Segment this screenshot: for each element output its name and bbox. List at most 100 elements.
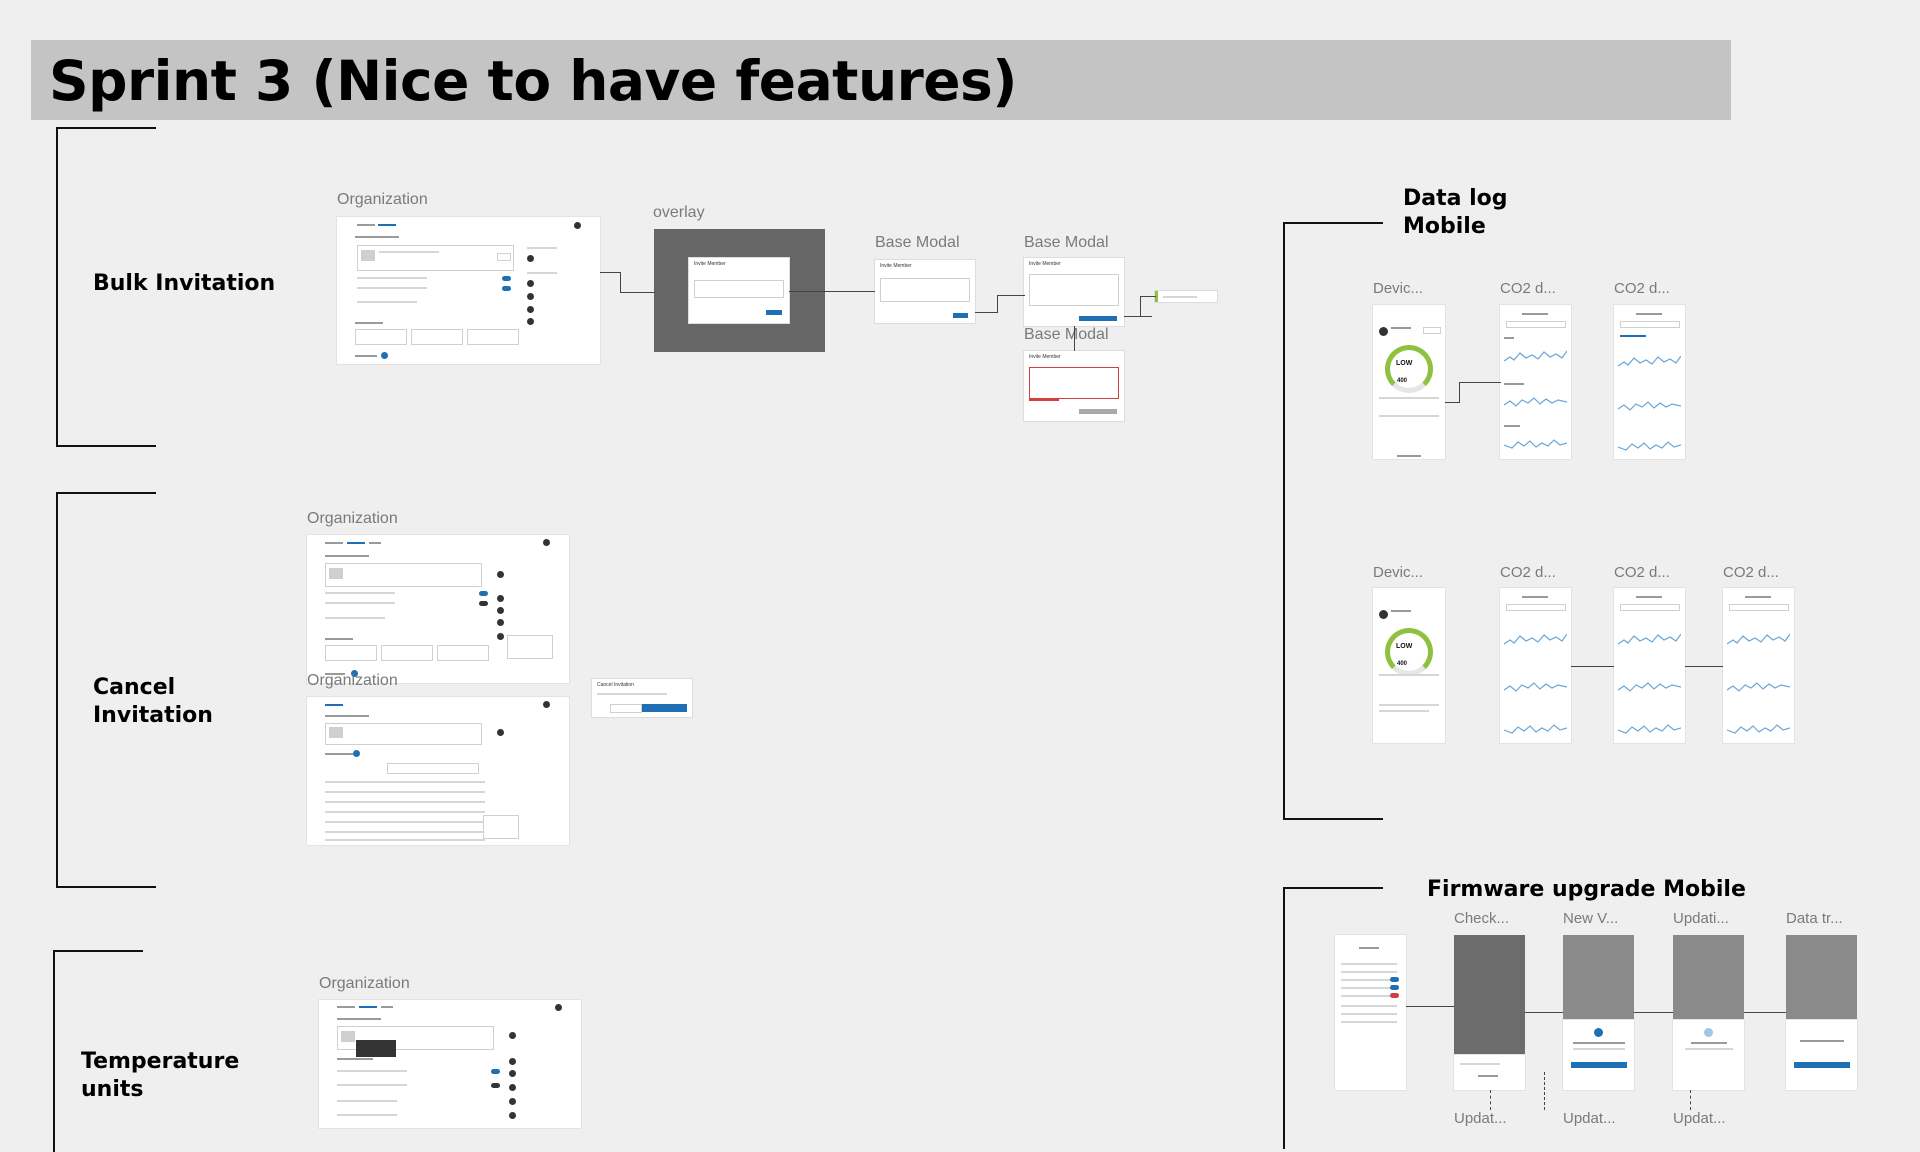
frame-firmware-data-transfer[interactable] bbox=[1786, 935, 1857, 1020]
frame-label-organization: Organization bbox=[337, 191, 428, 208]
co2-3-chart-humidity bbox=[1504, 724, 1567, 734]
co2-1-chart-humidity bbox=[1504, 439, 1567, 449]
connector bbox=[1074, 326, 1075, 351]
section-label-temperature-units-line2: units bbox=[81, 1077, 144, 1102]
connector bbox=[600, 272, 620, 273]
page-title: Sprint 3 (Nice to have features) bbox=[49, 49, 1017, 113]
invite-member-modal[interactable]: Invite Member bbox=[689, 258, 789, 323]
connector bbox=[1744, 1012, 1786, 1013]
section-bracket-data-log bbox=[1283, 222, 1383, 820]
frame-label-co2-2: CO2 d... bbox=[1614, 280, 1670, 297]
frame-label-device-1: Devic... bbox=[1373, 280, 1424, 297]
page-banner: Sprint 3 (Nice to have features) bbox=[31, 40, 1731, 120]
co2-3-chart-co2 bbox=[1504, 633, 1567, 645]
co2-1-chart-temp bbox=[1504, 397, 1567, 407]
invite-member-title: Invite Member bbox=[694, 261, 726, 267]
section-label-temperature-units-line1: Temperature bbox=[81, 1049, 240, 1074]
frame-base-modal-2[interactable]: Invite Member bbox=[1024, 258, 1124, 326]
device-2-low: LOW bbox=[1396, 643, 1413, 650]
co2-5-chart-temp bbox=[1727, 682, 1790, 692]
frame-label-base-modal-2: Base Modal bbox=[1024, 234, 1109, 251]
cancel-invitation-title: Cancel Invitation bbox=[597, 682, 634, 688]
frame-firmware-new-version[interactable] bbox=[1563, 935, 1634, 1020]
connector bbox=[1690, 1090, 1691, 1110]
connector bbox=[1406, 1006, 1454, 1007]
frame-label-check: Check... bbox=[1454, 910, 1510, 927]
co2-3-chart-temp bbox=[1504, 682, 1567, 692]
connector bbox=[1685, 666, 1723, 667]
frame-device-2[interactable]: LOW 400 bbox=[1373, 588, 1445, 743]
frame-organization-temp[interactable] bbox=[319, 1000, 581, 1128]
frame-label-updating: Updati... bbox=[1673, 910, 1729, 927]
frame-device-1[interactable]: LOW 400 bbox=[1373, 305, 1445, 459]
connector bbox=[620, 272, 655, 293]
frame-label-base-modal-1: Base Modal bbox=[875, 234, 960, 251]
device-1-co2: 400 bbox=[1397, 378, 1408, 384]
co2-4-chart-co2 bbox=[1618, 633, 1681, 645]
connector bbox=[1445, 402, 1459, 403]
frame-co2-4[interactable] bbox=[1614, 588, 1685, 743]
co2-2-chart-humidity bbox=[1618, 441, 1681, 451]
connector bbox=[1490, 1090, 1491, 1110]
frame-label-base-modal-3: Base Modal bbox=[1024, 326, 1109, 343]
co2-2-chart-temp bbox=[1618, 401, 1681, 411]
frame-label-overlay: overlay bbox=[653, 204, 705, 221]
section-label-firmware-upgrade: Firmware upgrade Mobile bbox=[1427, 877, 1746, 902]
frame-firmware-updating-sheet[interactable] bbox=[1673, 1020, 1744, 1090]
section-label-data-log-line1: Data log bbox=[1403, 186, 1508, 211]
frame-label-co2-3: CO2 d... bbox=[1500, 564, 1556, 581]
frame-label-device-2: Devic... bbox=[1373, 564, 1424, 581]
co2-1-chart-co2 bbox=[1504, 350, 1567, 362]
frame-base-modal-3[interactable]: Invite Member bbox=[1024, 351, 1124, 421]
frame-label-update-2: Updat... bbox=[1563, 1110, 1616, 1127]
frame-co2-5[interactable] bbox=[1723, 588, 1794, 743]
frame-label-organization-cancel-2: Organization bbox=[307, 672, 398, 689]
co2-4-chart-temp bbox=[1618, 682, 1681, 692]
frame-co2-2[interactable] bbox=[1614, 305, 1685, 459]
frame-firmware-check-sheet[interactable] bbox=[1454, 1055, 1525, 1090]
frame-toast bbox=[1155, 291, 1217, 302]
frame-organization-cancel-1[interactable] bbox=[307, 535, 569, 683]
frame-organization-bulk[interactable] bbox=[337, 217, 600, 364]
base-modal-2-title: Invite Member bbox=[1029, 261, 1061, 267]
frame-firmware-data-transfer-sheet[interactable] bbox=[1786, 1020, 1857, 1090]
frame-firmware-check[interactable] bbox=[1454, 935, 1525, 1055]
connector bbox=[1459, 382, 1501, 403]
frame-organization-cancel-2[interactable] bbox=[307, 697, 569, 845]
frame-firmware-updating[interactable] bbox=[1673, 935, 1744, 1020]
connector bbox=[997, 295, 1025, 313]
frame-label-update-1: Updat... bbox=[1454, 1110, 1507, 1127]
section-label-bulk-invitation: Bulk Invitation bbox=[93, 271, 276, 296]
frame-co2-1[interactable] bbox=[1500, 305, 1571, 459]
frame-co2-3[interactable] bbox=[1500, 588, 1571, 743]
frame-label-new-version: New V... bbox=[1563, 910, 1619, 927]
cancel-invitation-modal[interactable]: Cancel Invitation bbox=[592, 679, 692, 717]
base-modal-1-title: Invite Member bbox=[880, 263, 912, 269]
connector bbox=[1140, 296, 1156, 317]
co2-2-chart-co2 bbox=[1618, 355, 1681, 367]
frame-label-co2-4: CO2 d... bbox=[1614, 564, 1670, 581]
connector bbox=[1544, 1072, 1545, 1110]
co2-5-chart-co2 bbox=[1727, 633, 1790, 645]
connector bbox=[1525, 1012, 1563, 1013]
co2-5-chart-humidity bbox=[1727, 724, 1790, 734]
frame-label-co2-5: CO2 d... bbox=[1723, 564, 1779, 581]
frame-label-co2-1: CO2 d... bbox=[1500, 280, 1556, 297]
section-label-data-log-line2: Mobile bbox=[1403, 214, 1486, 239]
base-modal-3-title: Invite Member bbox=[1029, 354, 1061, 360]
section-label-cancel-invitation-line2: Invitation bbox=[93, 703, 213, 728]
connector bbox=[975, 312, 997, 313]
connector bbox=[1634, 1012, 1673, 1013]
frame-firmware-new-version-sheet[interactable] bbox=[1563, 1020, 1634, 1090]
co2-4-chart-humidity bbox=[1618, 724, 1681, 734]
device-1-low: LOW bbox=[1396, 360, 1413, 367]
connector bbox=[1571, 666, 1614, 667]
frame-label-update-3: Updat... bbox=[1673, 1110, 1726, 1127]
frame-label-organization-temp: Organization bbox=[319, 975, 410, 992]
frame-label-organization-cancel-1: Organization bbox=[307, 510, 398, 527]
frame-base-modal-1[interactable]: Invite Member bbox=[875, 260, 975, 323]
device-2-co2: 400 bbox=[1397, 661, 1408, 667]
section-label-cancel-invitation-line1: Cancel bbox=[93, 675, 176, 700]
frame-label-data-transfer: Data tr... bbox=[1786, 910, 1843, 927]
frame-firmware-settings[interactable] bbox=[1335, 935, 1406, 1090]
